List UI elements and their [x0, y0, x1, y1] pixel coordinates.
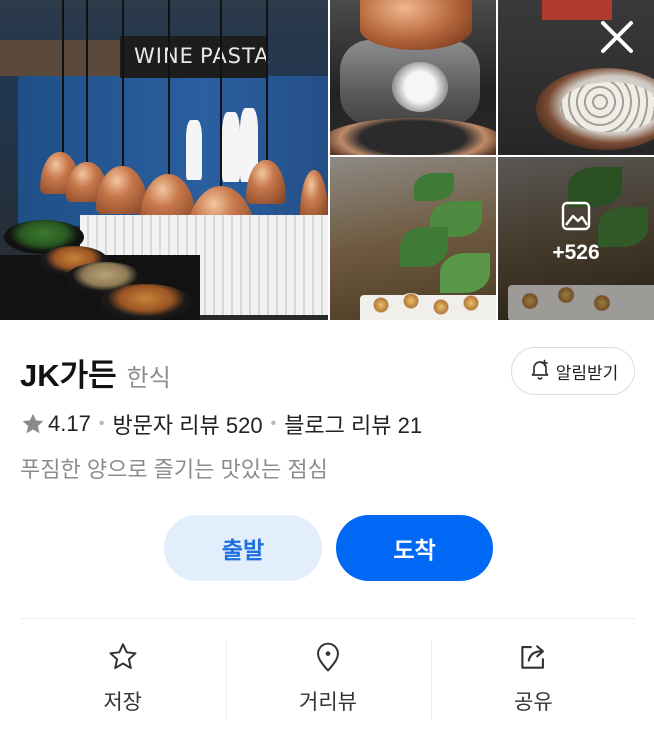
- section-divider: [20, 618, 636, 619]
- visitor-reviews-link[interactable]: 방문자 리뷰 520: [112, 408, 262, 440]
- photo-lamp-cord: [220, 0, 222, 190]
- photo-shelf: [0, 40, 120, 76]
- photo-lamp-cord: [168, 0, 170, 180]
- action-bar: 저장 거리뷰 공유: [20, 640, 636, 720]
- share-label: 공유: [514, 691, 553, 714]
- location-pin-icon: [311, 640, 345, 674]
- arrive-button[interactable]: 도착: [336, 515, 493, 581]
- main-photo[interactable]: WINE PASTA: [0, 0, 328, 320]
- rating-value: 4.17: [48, 411, 91, 436]
- gallery-photo-4[interactable]: [330, 157, 496, 320]
- star-outline-icon: [106, 640, 140, 674]
- place-title-row: JK가든 한식: [20, 350, 171, 395]
- star-icon: [20, 411, 46, 437]
- photo-chef-figure: [186, 120, 202, 180]
- share-icon: [516, 640, 550, 674]
- photo-dish: [430, 299, 452, 315]
- rating-reviews-row: 4.17 • 방문자 리뷰 520 • 블로그 리뷰 21: [20, 408, 422, 440]
- photo-lamp-cord: [122, 0, 124, 175]
- photo-lamp-cord: [266, 0, 268, 165]
- alarm-button[interactable]: 알림받기: [511, 347, 635, 395]
- place-name: JK가든: [20, 358, 117, 393]
- photo-dish: [370, 297, 392, 313]
- streetview-label: 거리뷰: [299, 691, 357, 714]
- photo-dish: [460, 295, 482, 311]
- place-description: 푸짐한 양으로 즐기는 맛있는 점심: [20, 457, 328, 482]
- photo-lamp-cord: [86, 0, 88, 170]
- photo-leaf: [414, 173, 454, 201]
- action-separator: [226, 640, 227, 720]
- photo-sign-wine: WINE: [134, 44, 194, 68]
- streetview-action[interactable]: 거리뷰: [225, 640, 430, 720]
- photo-sign-pasta: PASTA: [200, 44, 270, 68]
- gallery-photo-more[interactable]: +526: [498, 157, 654, 320]
- photo-glass-opening: [392, 62, 448, 112]
- photo-bowl: [100, 284, 192, 320]
- save-action[interactable]: 저장: [20, 640, 225, 720]
- photo-leaf: [440, 253, 490, 293]
- photo-lamp-cord: [62, 0, 64, 160]
- close-icon: [601, 21, 633, 53]
- photo-leaf: [400, 227, 448, 267]
- share-action[interactable]: 공유: [431, 640, 636, 720]
- more-photos-count: +526: [552, 241, 600, 264]
- gallery-photo-2[interactable]: [330, 0, 496, 155]
- depart-button[interactable]: 출발: [164, 515, 322, 581]
- photo-chef-figure: [222, 112, 240, 182]
- image-icon: [561, 201, 591, 235]
- close-button[interactable]: [596, 16, 638, 58]
- photo-copper-lamp: [360, 0, 472, 50]
- place-category: 한식: [126, 365, 171, 392]
- bell-plus-icon: [528, 357, 552, 385]
- alarm-label: 알림받기: [555, 363, 619, 383]
- save-label: 저장: [103, 691, 142, 714]
- separator-dot: •: [98, 415, 105, 432]
- blog-reviews-link[interactable]: 블로그 리뷰 21: [284, 408, 422, 440]
- more-photos[interactable]: +526: [498, 201, 654, 265]
- photo-gallery: WINE PASTA +526: [0, 0, 654, 320]
- photo-pan: [330, 118, 496, 155]
- action-separator: [431, 640, 432, 720]
- separator-dot: •: [270, 415, 277, 432]
- photo-dish: [400, 293, 422, 309]
- photo-stones: [560, 82, 654, 132]
